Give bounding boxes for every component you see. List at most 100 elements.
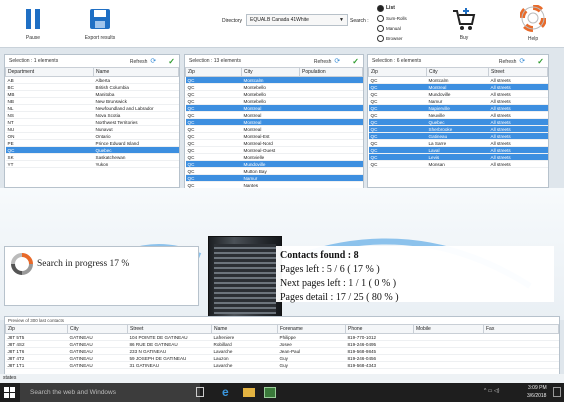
- column-header-population[interactable]: Population: [299, 67, 363, 77]
- table-row[interactable]: QC Montreal: [185, 125, 363, 133]
- export-results-button[interactable]: Export results: [80, 6, 120, 41]
- street-refresh-button[interactable]: Refresh ⟳: [499, 57, 525, 65]
- department-refresh-button[interactable]: Refresh ⟳: [130, 57, 156, 65]
- table-row[interactable]: YT Yukon: [5, 160, 179, 168]
- radio-icon: [377, 24, 384, 32]
- validate-check-icon[interactable]: ✓: [352, 57, 359, 66]
- table-row[interactable]: ON Ontario: [5, 132, 179, 140]
- notification-icon[interactable]: [553, 387, 561, 397]
- table-cell: QC: [185, 139, 242, 147]
- table-row[interactable]: QC Levis All streets: [368, 153, 548, 161]
- table-row[interactable]: QC Montreal All streets: [368, 83, 548, 91]
- table-row[interactable]: QC Montebello: [185, 97, 363, 105]
- table-cell: QC: [185, 167, 242, 175]
- results-column-header[interactable]: Street: [127, 324, 212, 334]
- table-row[interactable]: NS Nova Scotia: [5, 111, 179, 119]
- table-row[interactable]: J8T 5T5 GATINEAU 104 POINTE DE GATINEAU Laf…: [5, 333, 559, 341]
- table-row[interactable]: QC Mundoville All streets: [368, 90, 548, 98]
- table-row[interactable]: J8T 4T2 GATINEAU 59 JOSEPH DE GATINEAU Lauz…: [5, 354, 559, 362]
- column-header-zip[interactable]: Zip: [185, 67, 242, 77]
- results-column-header[interactable]: Zip: [5, 324, 68, 334]
- table-cell: NT: [5, 118, 94, 126]
- results-column-header[interactable]: Forename: [277, 324, 346, 334]
- table-row[interactable]: QC Mutton Bay: [185, 167, 363, 175]
- column-header-name[interactable]: Name: [93, 67, 179, 77]
- buy-button[interactable]: Buy: [448, 6, 480, 41]
- search-option-browser[interactable]: Browser: [377, 33, 425, 43]
- app-taskbar-icon[interactable]: [264, 387, 276, 398]
- table-row[interactable]: QC Quebec: [5, 146, 179, 154]
- table-cell: Manitoba: [93, 90, 179, 98]
- table-cell: Mundoville: [426, 90, 489, 98]
- table-row[interactable]: QC Montreal: [185, 104, 363, 112]
- search-statistics: Contacts found : 8 Pages left : 5 / 6 ( …: [276, 246, 554, 303]
- table-row[interactable]: QC Montreal: [185, 118, 363, 126]
- table-row[interactable]: QC Montcalm All streets: [368, 76, 548, 84]
- taskbar-search-box[interactable]: Search the web and Windows: [20, 383, 200, 402]
- pause-button[interactable]: Pause: [18, 6, 48, 41]
- table-row[interactable]: QC Napierville All streets: [368, 104, 548, 112]
- table-cell: NL: [5, 104, 94, 112]
- search-option-list[interactable]: List: [377, 3, 425, 13]
- table-cell: [413, 354, 484, 362]
- table-row[interactable]: QC Montreal-Est: [185, 132, 363, 140]
- table-row[interactable]: AB Alberta: [5, 76, 179, 84]
- column-header-city[interactable]: City: [426, 67, 489, 77]
- table-cell: Alberta: [93, 76, 179, 84]
- task-view-icon[interactable]: [196, 387, 204, 397]
- table-row[interactable]: QC Namur All streets: [368, 97, 548, 105]
- help-button[interactable]: Help: [518, 4, 548, 42]
- validate-check-icon[interactable]: ✓: [537, 57, 544, 66]
- column-header-street[interactable]: Street: [488, 67, 548, 77]
- table-row[interactable]: QC Montcalm: [185, 76, 363, 84]
- table-cell: QC: [185, 160, 242, 168]
- table-row[interactable]: QC Montebello: [185, 83, 363, 91]
- search-option-sum-rolls[interactable]: Sum-Rolls: [377, 13, 425, 23]
- table-cell: J8T 1T6: [5, 347, 68, 355]
- results-column-header[interactable]: Fax: [483, 324, 559, 334]
- search-option-manual[interactable]: Manual: [377, 23, 425, 33]
- table-row[interactable]: QC La Sarre All streets: [368, 139, 548, 147]
- table-row[interactable]: J8T 1T6 GATINEAU 233 N GATINEAU Lavarche Jea…: [5, 347, 559, 355]
- table-row[interactable]: MB Manitoba: [5, 90, 179, 98]
- table-row[interactable]: QC Laval All streets: [368, 146, 548, 154]
- table-row[interactable]: NU Nunavut: [5, 125, 179, 133]
- table-row[interactable]: QC Montebello: [185, 90, 363, 98]
- table-cell: Lauzon: [211, 354, 278, 362]
- table-row[interactable]: NB New Brunswick: [5, 97, 179, 105]
- table-row[interactable]: QC Montreal-Ouest: [185, 146, 363, 154]
- table-row[interactable]: QC Sherbrooke All streets: [368, 125, 548, 133]
- table-row[interactable]: SK Saskatchewan: [5, 153, 179, 161]
- loading-spinner-icon: [11, 253, 33, 275]
- validate-check-icon[interactable]: ✓: [168, 57, 175, 66]
- table-row[interactable]: QC Quebec All streets: [368, 118, 548, 126]
- table-row[interactable]: QC Montreal: [185, 111, 363, 119]
- results-column-header[interactable]: Name: [211, 324, 278, 334]
- file-explorer-icon[interactable]: [243, 388, 255, 397]
- windows-start-icon[interactable]: [4, 387, 15, 398]
- table-row[interactable]: PE Prince Edward Island: [5, 139, 179, 147]
- tray-icons[interactable]: ^ ▭ ◁): [484, 388, 499, 394]
- edge-browser-icon[interactable]: e: [222, 385, 229, 399]
- table-row[interactable]: QC Montvielle: [185, 153, 363, 161]
- table-row[interactable]: J8T 1T1 GATINEAU 31 GATINEAU Lavarche Guy 819…: [5, 361, 559, 369]
- table-row[interactable]: BC British Columbia: [5, 83, 179, 91]
- column-header-department[interactable]: Department: [5, 67, 94, 77]
- results-column-header[interactable]: City: [67, 324, 128, 334]
- table-row[interactable]: NT Northwest Territories: [5, 118, 179, 126]
- table-row[interactable]: J8T 4S2 GATINEAU 86 RUE DE GATINEAU Robilla…: [5, 340, 559, 348]
- table-row[interactable]: NL Newfoundland and Labrador: [5, 104, 179, 112]
- table-row[interactable]: QC Gatineau All streets: [368, 132, 548, 140]
- table-row[interactable]: QC Montreal-Nord: [185, 139, 363, 147]
- table-row[interactable]: QC Monsan All streets: [368, 160, 548, 168]
- results-column-header[interactable]: Mobile: [413, 324, 484, 334]
- directory-select[interactable]: EQUALB Canada 41White ▼: [246, 14, 348, 26]
- table-row[interactable]: QC Mundoville: [185, 160, 363, 168]
- column-header-zip[interactable]: Zip: [368, 67, 427, 77]
- radio-icon: [377, 14, 384, 22]
- column-header-city[interactable]: City: [241, 67, 300, 77]
- city-refresh-button[interactable]: Refresh ⟳: [314, 57, 340, 65]
- table-row[interactable]: QC Namur: [185, 174, 363, 182]
- results-column-header[interactable]: Phone: [345, 324, 414, 334]
- table-row[interactable]: QC Neuville All streets: [368, 111, 548, 119]
